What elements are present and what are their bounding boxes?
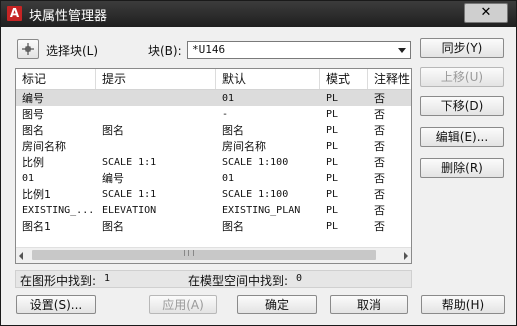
column-header-annotative[interactable]: 注释性: [368, 69, 411, 89]
table-row[interactable]: 编号 01 PL 否: [16, 90, 411, 106]
cell-prompt: 图名: [102, 124, 124, 137]
found-in-modelspace-label: 在模型空间中找到:: [188, 274, 289, 288]
cell-tag: 图名1: [22, 220, 51, 233]
cell-annotative: 否: [374, 124, 385, 137]
cell-tag: 编号: [22, 92, 44, 105]
cancel-button[interactable]: 取消: [330, 295, 408, 314]
table-row[interactable]: 比例1 SCALE 1:1 SCALE 1:100 PL 否: [16, 186, 411, 202]
column-header-tag[interactable]: 标记: [16, 69, 96, 89]
apply-button[interactable]: 应用(A): [149, 295, 217, 314]
found-in-drawing-label: 在图形中找到:: [20, 274, 97, 288]
cell-prompt: 编号: [102, 172, 124, 185]
select-block-pick-button[interactable]: [17, 39, 39, 59]
cell-default: EXISTING_PLAN: [222, 205, 301, 216]
cell-annotative: 否: [374, 140, 385, 153]
cell-mode: PL: [326, 93, 339, 104]
table-row[interactable]: 房间名称 房间名称 PL 否: [16, 138, 411, 154]
cell-mode: PL: [326, 173, 339, 184]
cell-prompt: 图名: [102, 220, 124, 233]
cell-default: 图名: [222, 124, 244, 137]
delete-button[interactable]: 删除(R): [420, 158, 504, 178]
cell-prompt: [96, 139, 216, 154]
title-bar[interactable]: A 块属性管理器 ✕: [1, 1, 516, 27]
cell-annotative: 否: [374, 156, 385, 169]
column-header-default[interactable]: 默认: [216, 69, 320, 89]
list-header: 标记 提示 默认 模式 注释性: [16, 69, 411, 90]
cell-default: 图名: [222, 220, 244, 233]
cell-mode: PL: [326, 125, 339, 136]
window-title: 块属性管理器: [29, 9, 108, 24]
cell-mode: PL: [326, 189, 339, 200]
cell-annotative: 否: [374, 204, 385, 217]
cell-default: 01: [222, 93, 235, 104]
cell-prompt: [96, 91, 216, 106]
cell-default: 01: [222, 173, 235, 184]
cell-tag: 房间名称: [22, 140, 66, 153]
cell-tag: 比例: [22, 156, 44, 169]
scrollbar-thumb[interactable]: [32, 250, 376, 260]
settings-button[interactable]: 设置(S)...: [16, 295, 96, 314]
scroll-right-arrow-icon[interactable]: [404, 252, 408, 260]
cell-mode: PL: [326, 221, 339, 232]
cell-annotative: 否: [374, 188, 385, 201]
block-attribute-manager-dialog: A 块属性管理器 ✕ 选择块(L) 块(B): *U146 同步(Y) 上移(U…: [0, 0, 517, 326]
cell-default: SCALE 1:100: [222, 157, 289, 168]
horizontal-scrollbar[interactable]: [16, 247, 411, 263]
cell-default: 房间名称: [222, 140, 266, 153]
cell-tag: 比例1: [22, 188, 51, 201]
scroll-left-arrow-icon[interactable]: [19, 252, 23, 260]
sync-button[interactable]: 同步(Y): [420, 38, 504, 58]
cell-tag: 01: [22, 173, 35, 184]
autocad-app-icon: A: [7, 6, 22, 21]
cell-annotative: 否: [374, 92, 385, 105]
cell-annotative: 否: [374, 108, 385, 121]
status-bar: 在图形中找到: 1 在模型空间中找到: 0: [15, 270, 412, 288]
edit-button[interactable]: 编辑(E)...: [420, 127, 504, 147]
cell-annotative: 否: [374, 220, 385, 233]
cell-tag: 图号: [22, 108, 44, 121]
cell-prompt: ELEVATION: [102, 205, 157, 216]
help-button[interactable]: 帮助(H): [421, 295, 505, 314]
cell-mode: PL: [326, 141, 339, 152]
crosshair-pick-icon: [22, 43, 34, 55]
block-name-value: *U146: [192, 43, 226, 56]
select-block-label: 选择块(L): [46, 44, 99, 58]
cell-tag: 图名: [22, 124, 44, 137]
cell-mode: PL: [326, 205, 339, 216]
move-down-button[interactable]: 下移(D): [420, 96, 504, 116]
attribute-list[interactable]: 标记 提示 默认 模式 注释性 编号 01 PL 否 图号 - PL 否 图名 …: [15, 68, 412, 264]
table-row[interactable]: 图名1 图名 图名 PL 否: [16, 218, 411, 234]
table-row[interactable]: EXISTING_... ELEVATION EXISTING_PLAN PL …: [16, 202, 411, 218]
move-up-button[interactable]: 上移(U): [420, 67, 504, 87]
column-header-mode[interactable]: 模式: [320, 69, 368, 89]
found-in-drawing-value: 1: [104, 273, 111, 284]
cell-mode: PL: [326, 109, 339, 120]
chevron-down-icon: [398, 48, 406, 53]
cell-default: -: [222, 109, 229, 120]
scroll-grip-icon: [184, 250, 194, 256]
table-row[interactable]: 比例 SCALE 1:1 SCALE 1:100 PL 否: [16, 154, 411, 170]
table-row[interactable]: 图号 - PL 否: [16, 106, 411, 122]
table-row[interactable]: 图名 图名 图名 PL 否: [16, 122, 411, 138]
close-button[interactable]: ✕: [464, 3, 508, 23]
cell-prompt: SCALE 1:1: [102, 189, 157, 200]
block-label: 块(B):: [148, 44, 182, 58]
cell-default: SCALE 1:100: [222, 189, 289, 200]
table-row[interactable]: 01 编号 01 PL 否: [16, 170, 411, 186]
found-in-modelspace-value: 0: [296, 273, 303, 284]
block-name-dropdown[interactable]: *U146: [187, 41, 411, 59]
cell-annotative: 否: [374, 172, 385, 185]
cell-tag: EXISTING_...: [22, 205, 95, 216]
close-x-icon: ✕: [480, 5, 492, 20]
cell-prompt: [96, 107, 216, 122]
column-header-prompt[interactable]: 提示: [96, 69, 216, 89]
ok-button[interactable]: 确定: [237, 295, 317, 314]
cell-prompt: SCALE 1:1: [102, 157, 157, 168]
dialog-body: 选择块(L) 块(B): *U146 同步(Y) 上移(U) 下移(D) 编辑(…: [7, 29, 510, 319]
cell-mode: PL: [326, 157, 339, 168]
